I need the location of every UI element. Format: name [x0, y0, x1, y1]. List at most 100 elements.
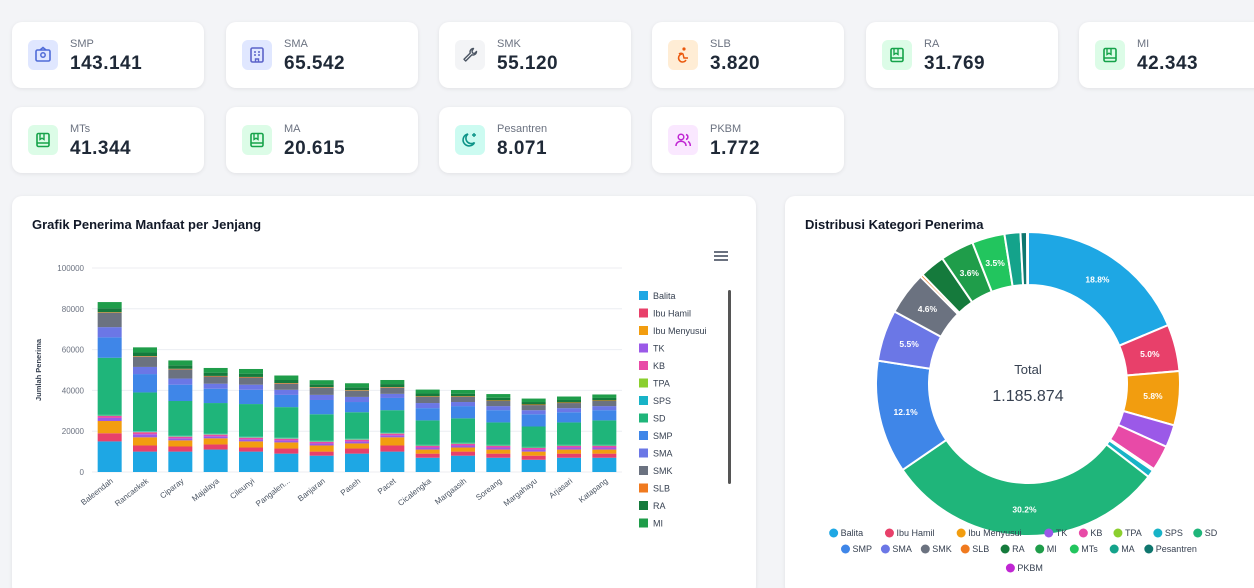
donut-legend-label: TPA: [1125, 528, 1142, 538]
bar-segment: [415, 457, 440, 472]
bar-segment: [380, 379, 405, 385]
legend-dot: [1193, 528, 1203, 538]
bar-segment: [521, 446, 546, 448]
stat-value: 65.542: [284, 53, 346, 74]
bar-segment: [168, 451, 193, 472]
stat-card-smk[interactable]: SMK 55.120: [439, 22, 631, 88]
bar-segment: [97, 414, 122, 416]
bar-segment: [557, 408, 581, 413]
bar-segment: [486, 410, 511, 423]
bar-segment: [274, 442, 299, 449]
stat-label: PKBM: [710, 123, 742, 135]
bar-segment: [168, 435, 193, 437]
legend-dot: [1078, 528, 1088, 538]
legend-label: Ibu Menyusui: [653, 326, 707, 336]
bar-segment: [203, 434, 228, 437]
donut-legend-label: TK: [1056, 528, 1068, 538]
legend-dot: [1113, 528, 1123, 538]
y-axis-title: Jumlah Penerima: [34, 338, 43, 401]
stat-card-smp[interactable]: SMP 143.141: [12, 22, 204, 88]
donut-legend-label: Ibu Hamil: [896, 528, 934, 538]
stat-card-mts[interactable]: MTs 41.344: [12, 107, 204, 173]
bar-segment: [451, 447, 475, 452]
bar-segment: [380, 435, 405, 438]
bar-segment: [274, 389, 299, 395]
donut-center-label: Total: [1014, 362, 1042, 377]
bar-segment: [239, 451, 263, 472]
bar-segment: [133, 347, 157, 353]
x-tick-label: Margaasih: [433, 476, 468, 506]
stat-card-pesantren[interactable]: Pesantren 8.071: [439, 107, 631, 173]
bar-segment: [592, 397, 617, 401]
bar-segment: [239, 376, 263, 378]
bar-segment: [345, 441, 369, 444]
bar-segment: [557, 445, 581, 448]
bar-segment: [203, 403, 228, 434]
bar-segment: [274, 437, 299, 439]
legend-swatch: [639, 396, 648, 405]
bar-segment: [239, 404, 263, 437]
stat-card-slb[interactable]: SLB 3.820: [652, 22, 844, 88]
stat-value: 143.141: [70, 53, 143, 74]
stat-label: RA: [924, 38, 940, 50]
bar-segment: [239, 436, 263, 438]
bar-segment: [239, 384, 263, 390]
bar-segment: [168, 368, 193, 370]
donut-legend-label: Ibu Menyusui: [968, 528, 1022, 538]
legend-label: SLB: [653, 484, 670, 494]
bar-segment: [309, 380, 334, 385]
stat-card-ra[interactable]: RA 31.769: [866, 22, 1058, 88]
stat-value: 31.769: [924, 53, 986, 74]
bar-segment: [345, 402, 369, 413]
bar-segment: [345, 443, 369, 449]
stat-card-sma[interactable]: SMA 65.542: [226, 22, 418, 88]
users-icon: [668, 125, 698, 155]
bar-segment: [97, 421, 122, 434]
legend-dot: [1109, 544, 1119, 554]
bar-segment: [557, 449, 581, 454]
bar-segment: [486, 394, 511, 398]
stat-value: 8.071: [497, 138, 548, 159]
bar-segment: [203, 444, 228, 450]
bar-segment: [557, 444, 581, 446]
book-icon: [882, 40, 912, 70]
legend-scrollbar: [728, 290, 731, 484]
slice-label: 5.0%: [1140, 349, 1160, 359]
bar-segment: [557, 396, 581, 400]
legend-dot: [1000, 544, 1010, 554]
stat-card-ma[interactable]: MA 20.615: [226, 107, 418, 173]
legend-dot: [920, 544, 930, 554]
bar-segment: [309, 451, 334, 456]
bar-segment: [521, 414, 546, 427]
bar-segment: [592, 406, 617, 411]
donut-legend-label: MTs: [1081, 544, 1098, 554]
donut-chart-panel: Distribusi Kategori Penerima 18.8% 5.0% 5.…: [785, 196, 1254, 588]
bar-segment: [380, 393, 405, 398]
bar-segment: [451, 442, 475, 444]
legend-swatch: [639, 326, 648, 335]
bar-segment: [168, 365, 193, 369]
donut-legend-label: SLB: [972, 544, 989, 554]
bar-segment: [592, 457, 617, 472]
bar-segment: [521, 398, 546, 403]
bar-segment: [168, 401, 193, 436]
slice-label: 18.8%: [1085, 274, 1110, 284]
bar-segment: [451, 406, 475, 419]
bar-segment: [415, 453, 440, 458]
stat-card-mi[interactable]: MI 42.343: [1079, 22, 1254, 88]
bar-segment: [486, 444, 511, 446]
book-icon: [1095, 40, 1125, 70]
bar-segment: [203, 433, 228, 435]
bar-segment: [133, 445, 157, 452]
donut-legend-label: SMP: [853, 544, 873, 554]
bar-segment: [592, 447, 617, 450]
stat-card-pkbm[interactable]: PKBM 1.772: [652, 107, 844, 173]
x-tick-label: Ciparay: [158, 476, 185, 500]
bar-segment: [521, 426, 546, 447]
y-tick-label: 20000: [62, 427, 85, 436]
bar-segment: [486, 406, 511, 411]
stacked-bar-chart: 0 20000 40000 60000 80000 100000 Jumlah Peneri…: [34, 264, 731, 529]
bar-segment: [557, 422, 581, 445]
legend-swatch: [639, 483, 648, 493]
bar-segment: [592, 449, 617, 454]
